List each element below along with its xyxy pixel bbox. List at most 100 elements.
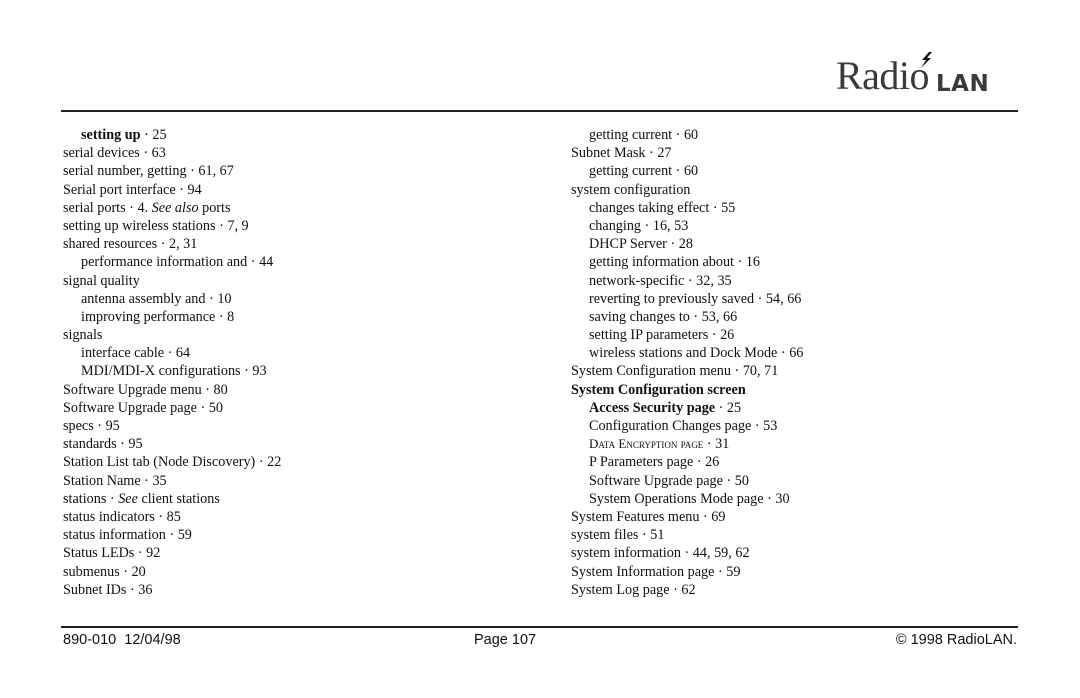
index-term: improving performance [81,308,216,325]
index-separator: · [106,490,119,507]
index-page-refs: 94 [187,181,202,198]
index-term: setting up wireless stations [63,217,216,234]
index-page-refs: 22 [267,454,282,471]
index-page-refs: 31 [715,436,730,453]
index-page-refs: 70, 71 [742,363,779,380]
index-separator: · [196,399,209,416]
index-term: status indicators [63,508,155,525]
index-term: reverting to previously saved [589,290,755,307]
index-page-refs: 20 [131,563,146,580]
index-page-refs: 60 [683,163,699,180]
index-page-refs: 60 [683,127,699,143]
index-entry: shared resources · 2, 31 [63,235,281,253]
index-page-refs: 32, 35 [696,272,732,289]
index-page-refs: 66 [789,345,804,362]
index-page-refs: 28 [678,236,693,253]
index-page-refs: 35 [152,472,167,489]
index-entry: standards · 95 [63,435,281,453]
index-term: status information [63,527,166,544]
index-term: Status LEDs [63,545,135,562]
index-page-refs: 44, 59, 62 [692,545,750,562]
radiolan-logo: Radio LAN [836,52,1016,98]
index-separator: · [641,217,653,234]
footer-page-number: Page 107 [474,632,537,648]
index-page-refs: 7, 9 [227,217,249,234]
index-separator: · [763,490,776,507]
index-page-refs: 69 [711,508,726,525]
index-term: standards [63,436,117,453]
index-term: Software Upgrade page [63,399,197,416]
index-term: Station Name [63,472,141,489]
index-entry: DHCP Server · 28 [571,235,803,253]
index-entry: setting IP parameters · 26 [571,326,803,344]
index-entry: signals [63,326,281,344]
index-term: getting information about [589,254,734,271]
index-page-refs: 16, 53 [652,217,689,234]
index-term: changes taking effect [589,199,710,216]
index-see-target: ports [198,199,231,216]
index-separator: · [703,436,716,453]
index-page-refs: 26 [720,327,735,344]
index-entry: Software Upgrade menu · 80 [63,381,281,399]
index-separator: · [709,199,722,216]
index-page-refs: 25 [726,399,742,416]
index-see-reference: See also [151,199,199,216]
index-page-refs: 59 [726,563,741,580]
index-term: specs [63,418,94,434]
index-entry: wireless stations and Dock Mode · 66 [571,344,803,362]
index-term: saving changes to [589,308,690,325]
index-separator: · [714,563,727,580]
index-term: DHCP Server [589,236,667,253]
index-entry: setting up wireless stations · 7, 9 [63,217,281,235]
index-entry: Software Upgrade page · 50 [63,399,281,417]
index-separator: · [684,272,697,289]
index-entry: status information · 59 [63,526,281,544]
index-term: system files [571,527,639,544]
index-term: stations [63,490,107,507]
index-term: shared resources [63,236,158,253]
index-separator: · [708,327,721,344]
index-separator: · [157,236,169,253]
index-term: Subnet IDs [63,581,127,598]
index-page-refs: 54, 66 [765,290,802,307]
index-separator: · [125,199,138,216]
index-entry: System Features menu · 69 [571,508,803,526]
index-page-refs: 50 [734,472,749,489]
index-entry: Station Name · 35 [63,472,281,490]
index-page-refs: 85 [166,508,181,525]
index-entry: setting up · 25 [63,126,281,144]
index-separator: · [165,527,178,544]
index-separator: · [154,508,167,525]
index-term: serial ports [63,199,126,216]
index-entry: changes taking effect · 55 [571,199,803,217]
index-term: getting current [589,163,673,180]
index-page-refs: 63 [151,145,166,162]
index-separator: · [119,563,132,580]
index-page-refs: 61, 67 [198,163,234,180]
index-separator: · [205,290,218,307]
index-entry: System Operations Mode page · 30 [571,490,803,508]
index-page-refs: 64 [175,345,191,362]
index-separator: · [175,181,188,198]
index-page-refs: 51 [650,527,665,544]
index-term: System Operations Mode page [589,490,764,507]
index-separator: · [672,127,684,143]
index-entry: antenna assembly and · 10 [63,290,281,308]
index-term: interface cable [81,345,165,362]
index-term: getting current [589,127,673,143]
index-separator: · [777,345,790,362]
index-page-refs: 55 [721,199,736,216]
index-term: MDI/MDI-X configurations [81,363,241,380]
index-separator: · [139,145,152,162]
index-term: Data Encryption page [589,436,704,452]
index-page-refs: 59 [177,527,192,544]
index-page-refs: 8 [227,308,235,325]
index-separator: · [722,472,735,489]
index-page-refs: 26 [705,454,720,471]
index-entry: Subnet Mask · 27 [571,144,803,162]
index-term: setting up [81,127,141,143]
index-separator: · [754,290,766,307]
index-page-refs: 53, 66 [701,308,738,325]
index-separator: · [689,308,702,325]
index-separator: · [734,254,746,271]
